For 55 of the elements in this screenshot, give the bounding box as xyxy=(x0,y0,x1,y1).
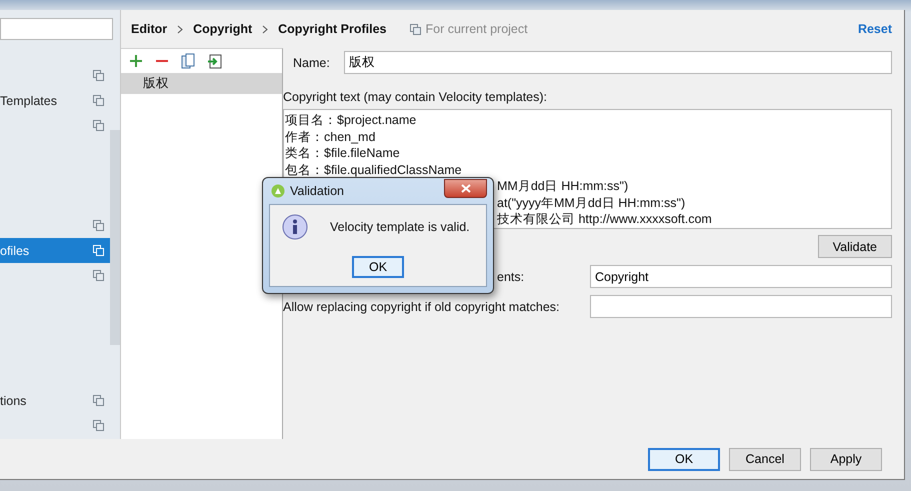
text-field[interactable]: Copyright xyxy=(590,265,892,288)
sidebar-item[interactable]: Templates xyxy=(0,88,110,113)
text-line: 类名：$file.fileName xyxy=(285,145,400,162)
breadcrumb: Editor xyxy=(131,22,168,36)
copy-icon xyxy=(93,245,104,256)
copy-icon xyxy=(410,24,422,34)
copy-icon xyxy=(93,120,104,131)
copy-icon xyxy=(93,420,104,431)
field-label: Allow replacing copyright if old copyright matches: xyxy=(283,300,560,314)
import-button[interactable] xyxy=(205,52,223,70)
chevron-icon xyxy=(262,24,268,34)
close-icon xyxy=(460,184,470,192)
name-label: Name: xyxy=(293,56,330,70)
text-line: 作者：chen_md xyxy=(285,128,376,145)
dialog-button[interactable]: OK xyxy=(648,448,720,470)
copy-icon xyxy=(93,220,104,231)
item-label: tions xyxy=(0,394,26,408)
text-line: at("yyyy年MM月dd日 HH:mm:ss") xyxy=(497,194,686,211)
copy-icon xyxy=(93,395,104,406)
scrollbar-thumb[interactable] xyxy=(110,130,120,345)
profile-item[interactable]: 版权 xyxy=(121,73,282,94)
search-field[interactable] xyxy=(0,18,113,40)
info-icon xyxy=(282,214,308,240)
dialog-button[interactable]: Apply xyxy=(810,448,882,470)
copy-button[interactable] xyxy=(179,52,197,70)
add-button[interactable] xyxy=(127,52,145,70)
copy-icon xyxy=(181,53,195,69)
ok-button[interactable]: OK xyxy=(352,256,404,278)
reset-link[interactable]: Reset xyxy=(858,22,892,36)
copy-icon xyxy=(93,270,104,281)
text-label: Copyright text (may contain Velocity templates): xyxy=(283,90,548,104)
text-line: 项目名：$project.name xyxy=(285,112,416,128)
breadcrumb: Copyright xyxy=(193,22,252,36)
chevron-icon xyxy=(177,24,184,34)
text-line: MM月dd日 HH:mm:ss") xyxy=(497,178,628,194)
copy-icon xyxy=(93,70,104,81)
dialog-title: Validation xyxy=(290,184,344,198)
copy-icon xyxy=(93,95,104,106)
item-label: Templates xyxy=(0,94,57,108)
close-button[interactable] xyxy=(444,178,487,198)
sidebar-item[interactable]: tions xyxy=(0,388,110,413)
name-field[interactable]: 版权 xyxy=(344,51,892,74)
text-line: 包名：$file.qualifiedClassName xyxy=(285,162,462,178)
text-field[interactable] xyxy=(590,295,892,318)
validate-button[interactable]: Validate xyxy=(818,235,892,258)
app-icon xyxy=(271,184,285,198)
text-line: 技术有限公司 http://www.xxxxsoft.com xyxy=(497,211,712,228)
sidebar-item[interactable]: ofiles xyxy=(0,238,110,263)
dialog-button[interactable]: Cancel xyxy=(729,448,801,470)
field-label: ents: xyxy=(497,270,524,284)
plus-icon xyxy=(129,54,143,68)
import-icon xyxy=(206,54,222,68)
scope-note: For current project xyxy=(425,22,528,36)
item-label: ofiles xyxy=(0,244,30,258)
breadcrumb: Copyright Profiles xyxy=(278,22,386,36)
